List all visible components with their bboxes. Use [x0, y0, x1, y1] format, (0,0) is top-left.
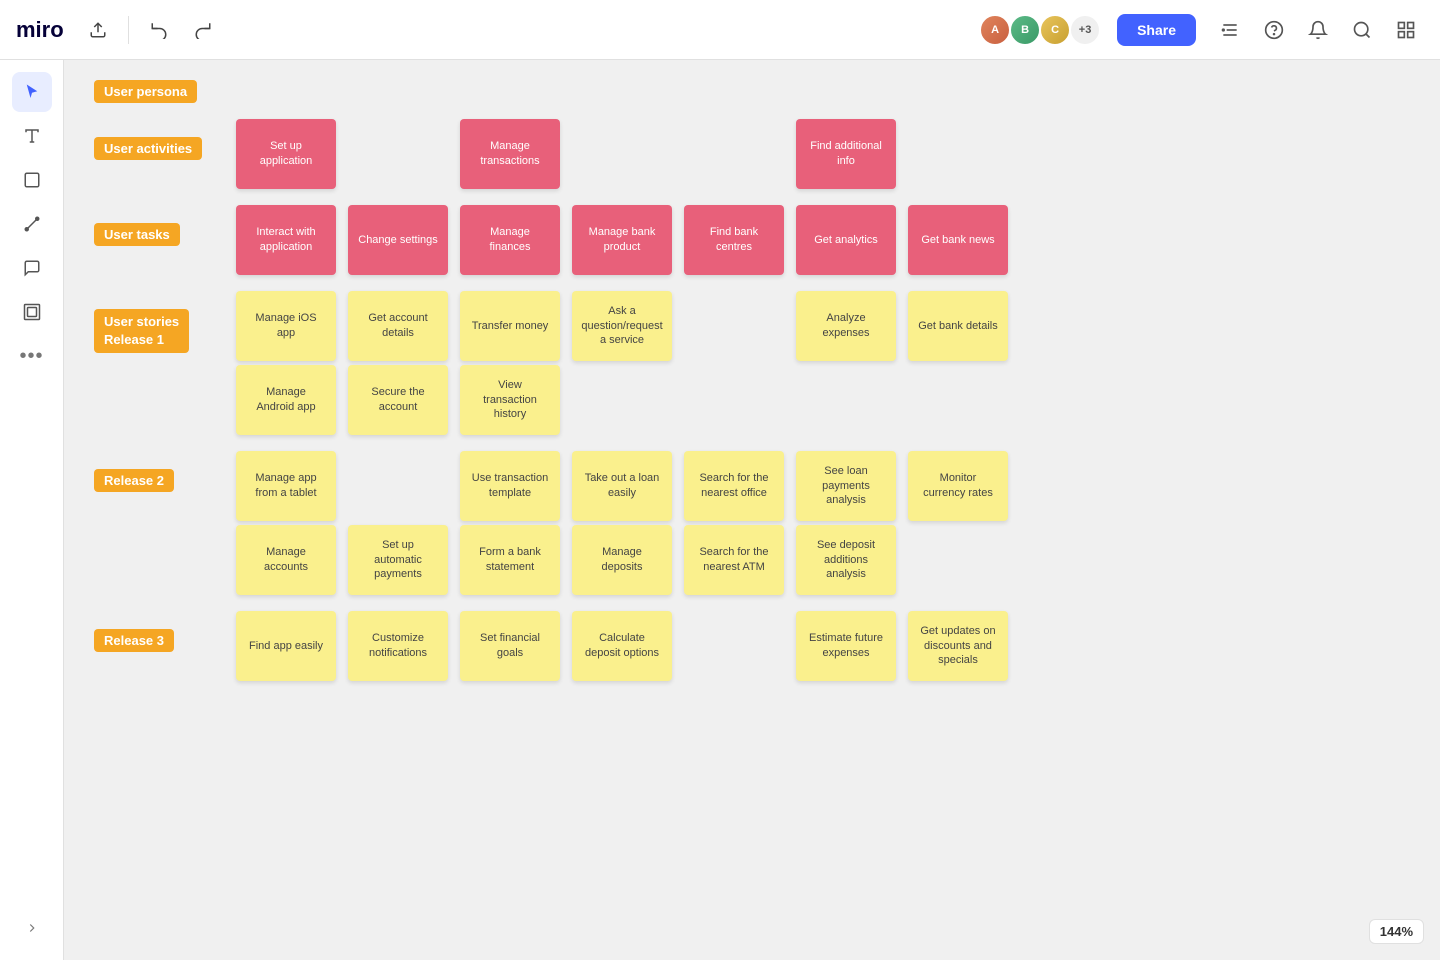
sticky-find-app-easily[interactable]: Find app easily	[236, 611, 336, 681]
sticky-secure-account[interactable]: Secure the account	[348, 365, 448, 435]
sticky-get-bank-news[interactable]: Get bank news	[908, 205, 1008, 275]
sticky-analyze-expenses[interactable]: Analyze expenses	[796, 291, 896, 361]
sticky-manage-finances[interactable]: Manage finances	[460, 205, 560, 275]
sticky-view-transaction-history[interactable]: View transaction history	[460, 365, 560, 435]
sticky-get-account-details[interactable]: Get account details	[348, 291, 448, 361]
avatar-group: A B C +3	[979, 14, 1101, 46]
text-tool[interactable]	[12, 116, 52, 156]
user-stories-r1-row2: Manage Android app Secure the account Vi…	[94, 365, 1244, 435]
separator	[128, 16, 129, 44]
sidebar: •••	[0, 60, 64, 960]
release2-row2: Manage accounts Set up automatic payment…	[94, 525, 1244, 595]
search-icon-btn[interactable]	[1344, 12, 1380, 48]
sticky-manage-tablet[interactable]: Manage app from a tablet	[236, 451, 336, 521]
line-tool[interactable]	[12, 204, 52, 244]
sticky-estimate-future-expenses[interactable]: Estimate future expenses	[796, 611, 896, 681]
sticky-get-analytics[interactable]: Get analytics	[796, 205, 896, 275]
sticky-get-bank-details[interactable]: Get bank details	[908, 291, 1008, 361]
frame-tool[interactable]	[12, 292, 52, 332]
user-persona-row: User persona	[94, 80, 1244, 103]
user-tasks-label: User tasks	[94, 223, 180, 246]
user-activities-label-cell: User activities	[94, 119, 224, 160]
miro-logo: miro	[16, 17, 64, 43]
settings-icon-btn[interactable]	[1212, 12, 1248, 48]
sticky-see-loan-payments[interactable]: See loan payments analysis	[796, 451, 896, 521]
cursor-tool[interactable]	[12, 72, 52, 112]
canvas: User persona User activities Set up appl…	[64, 60, 1440, 960]
avatar-2: B	[1009, 14, 1041, 46]
sticky-change-settings[interactable]: Change settings	[348, 205, 448, 275]
user-activities-label: User activities	[94, 137, 202, 160]
sticky-transfer-money[interactable]: Transfer money	[460, 291, 560, 361]
more-tools[interactable]: •••	[12, 336, 52, 376]
comment-tool[interactable]	[12, 248, 52, 288]
note-tool[interactable]	[12, 160, 52, 200]
sticky-search-nearest-office[interactable]: Search for the nearest office	[684, 451, 784, 521]
release2-label: Release 2	[94, 469, 174, 492]
sticky-manage-bank-product[interactable]: Manage bank product	[572, 205, 672, 275]
zoom-value: 144%	[1380, 924, 1413, 939]
share-button[interactable]: Share	[1117, 14, 1196, 46]
sticky-monitor-currency[interactable]: Monitor currency rates	[908, 451, 1008, 521]
sticky-manage-android[interactable]: Manage Android app	[236, 365, 336, 435]
user-stories-label-cell: User stories Release 1	[94, 291, 224, 353]
notification-icon-btn[interactable]	[1300, 12, 1336, 48]
sticky-set-up-automatic-payments[interactable]: Set up automatic payments	[348, 525, 448, 595]
label-spacer-r2r2	[94, 525, 224, 595]
sticky-search-nearest-atm[interactable]: Search for the nearest ATM	[684, 525, 784, 595]
release2-row1: Release 2 Manage app from a tablet Use t…	[94, 451, 1244, 521]
redo-button[interactable]	[185, 12, 221, 48]
release3-label: Release 3	[94, 629, 174, 652]
user-tasks-row: User tasks Interact with application Cha…	[94, 205, 1244, 275]
user-stories-r1-label: User stories Release 1	[94, 309, 189, 353]
sticky-manage-transactions[interactable]: Manage transactions	[460, 119, 560, 189]
expand-sidebar[interactable]	[12, 908, 52, 948]
release3-label-cell: Release 3	[94, 611, 224, 652]
sticky-set-up-application[interactable]: Set up application	[236, 119, 336, 189]
upload-button[interactable]	[80, 12, 116, 48]
help-icon-btn[interactable]	[1256, 12, 1292, 48]
sticky-manage-accounts[interactable]: Manage accounts	[236, 525, 336, 595]
release2-label-cell: Release 2	[94, 451, 224, 492]
user-stories-r1-row1: User stories Release 1 Manage iOS app Ge…	[94, 291, 1244, 361]
avatar-3: C	[1039, 14, 1071, 46]
user-activities-row: User activities Set up application Manag…	[94, 119, 1244, 189]
release3-row1: Release 3 Find app easily Customize noti…	[94, 611, 1244, 681]
sticky-find-bank-centres[interactable]: Find bank centres	[684, 205, 784, 275]
label-spacer-r1r2	[94, 365, 224, 435]
sticky-manage-ios[interactable]: Manage iOS app	[236, 291, 336, 361]
user-tasks-label-cell: User tasks	[94, 205, 224, 246]
topbar: miro A B C +3 Share	[0, 0, 1440, 60]
avatar-count: +3	[1069, 14, 1101, 46]
sticky-find-additional-info[interactable]: Find additional info	[796, 119, 896, 189]
sticky-use-transaction-template[interactable]: Use transaction template	[460, 451, 560, 521]
sticky-see-deposit-additions[interactable]: See deposit additions analysis	[796, 525, 896, 595]
undo-button[interactable]	[141, 12, 177, 48]
sticky-ask-question[interactable]: Ask a question/request a service	[572, 291, 672, 361]
sticky-customize-notifications[interactable]: Customize notifications	[348, 611, 448, 681]
user-persona-label: User persona	[94, 80, 197, 103]
menu-icon-btn[interactable]	[1388, 12, 1424, 48]
sticky-interact[interactable]: Interact with application	[236, 205, 336, 275]
sticky-take-out-loan[interactable]: Take out a loan easily	[572, 451, 672, 521]
sticky-set-financial-goals[interactable]: Set financial goals	[460, 611, 560, 681]
canvas-inner: User persona User activities Set up appl…	[64, 60, 1264, 960]
sticky-get-updates-discounts[interactable]: Get updates on discounts and specials	[908, 611, 1008, 681]
sticky-manage-deposits[interactable]: Manage deposits	[572, 525, 672, 595]
sticky-calculate-deposit-options[interactable]: Calculate deposit options	[572, 611, 672, 681]
sticky-form-bank-statement[interactable]: Form a bank statement	[460, 525, 560, 595]
zoom-indicator: 144%	[1369, 919, 1424, 944]
avatar-1: A	[979, 14, 1011, 46]
